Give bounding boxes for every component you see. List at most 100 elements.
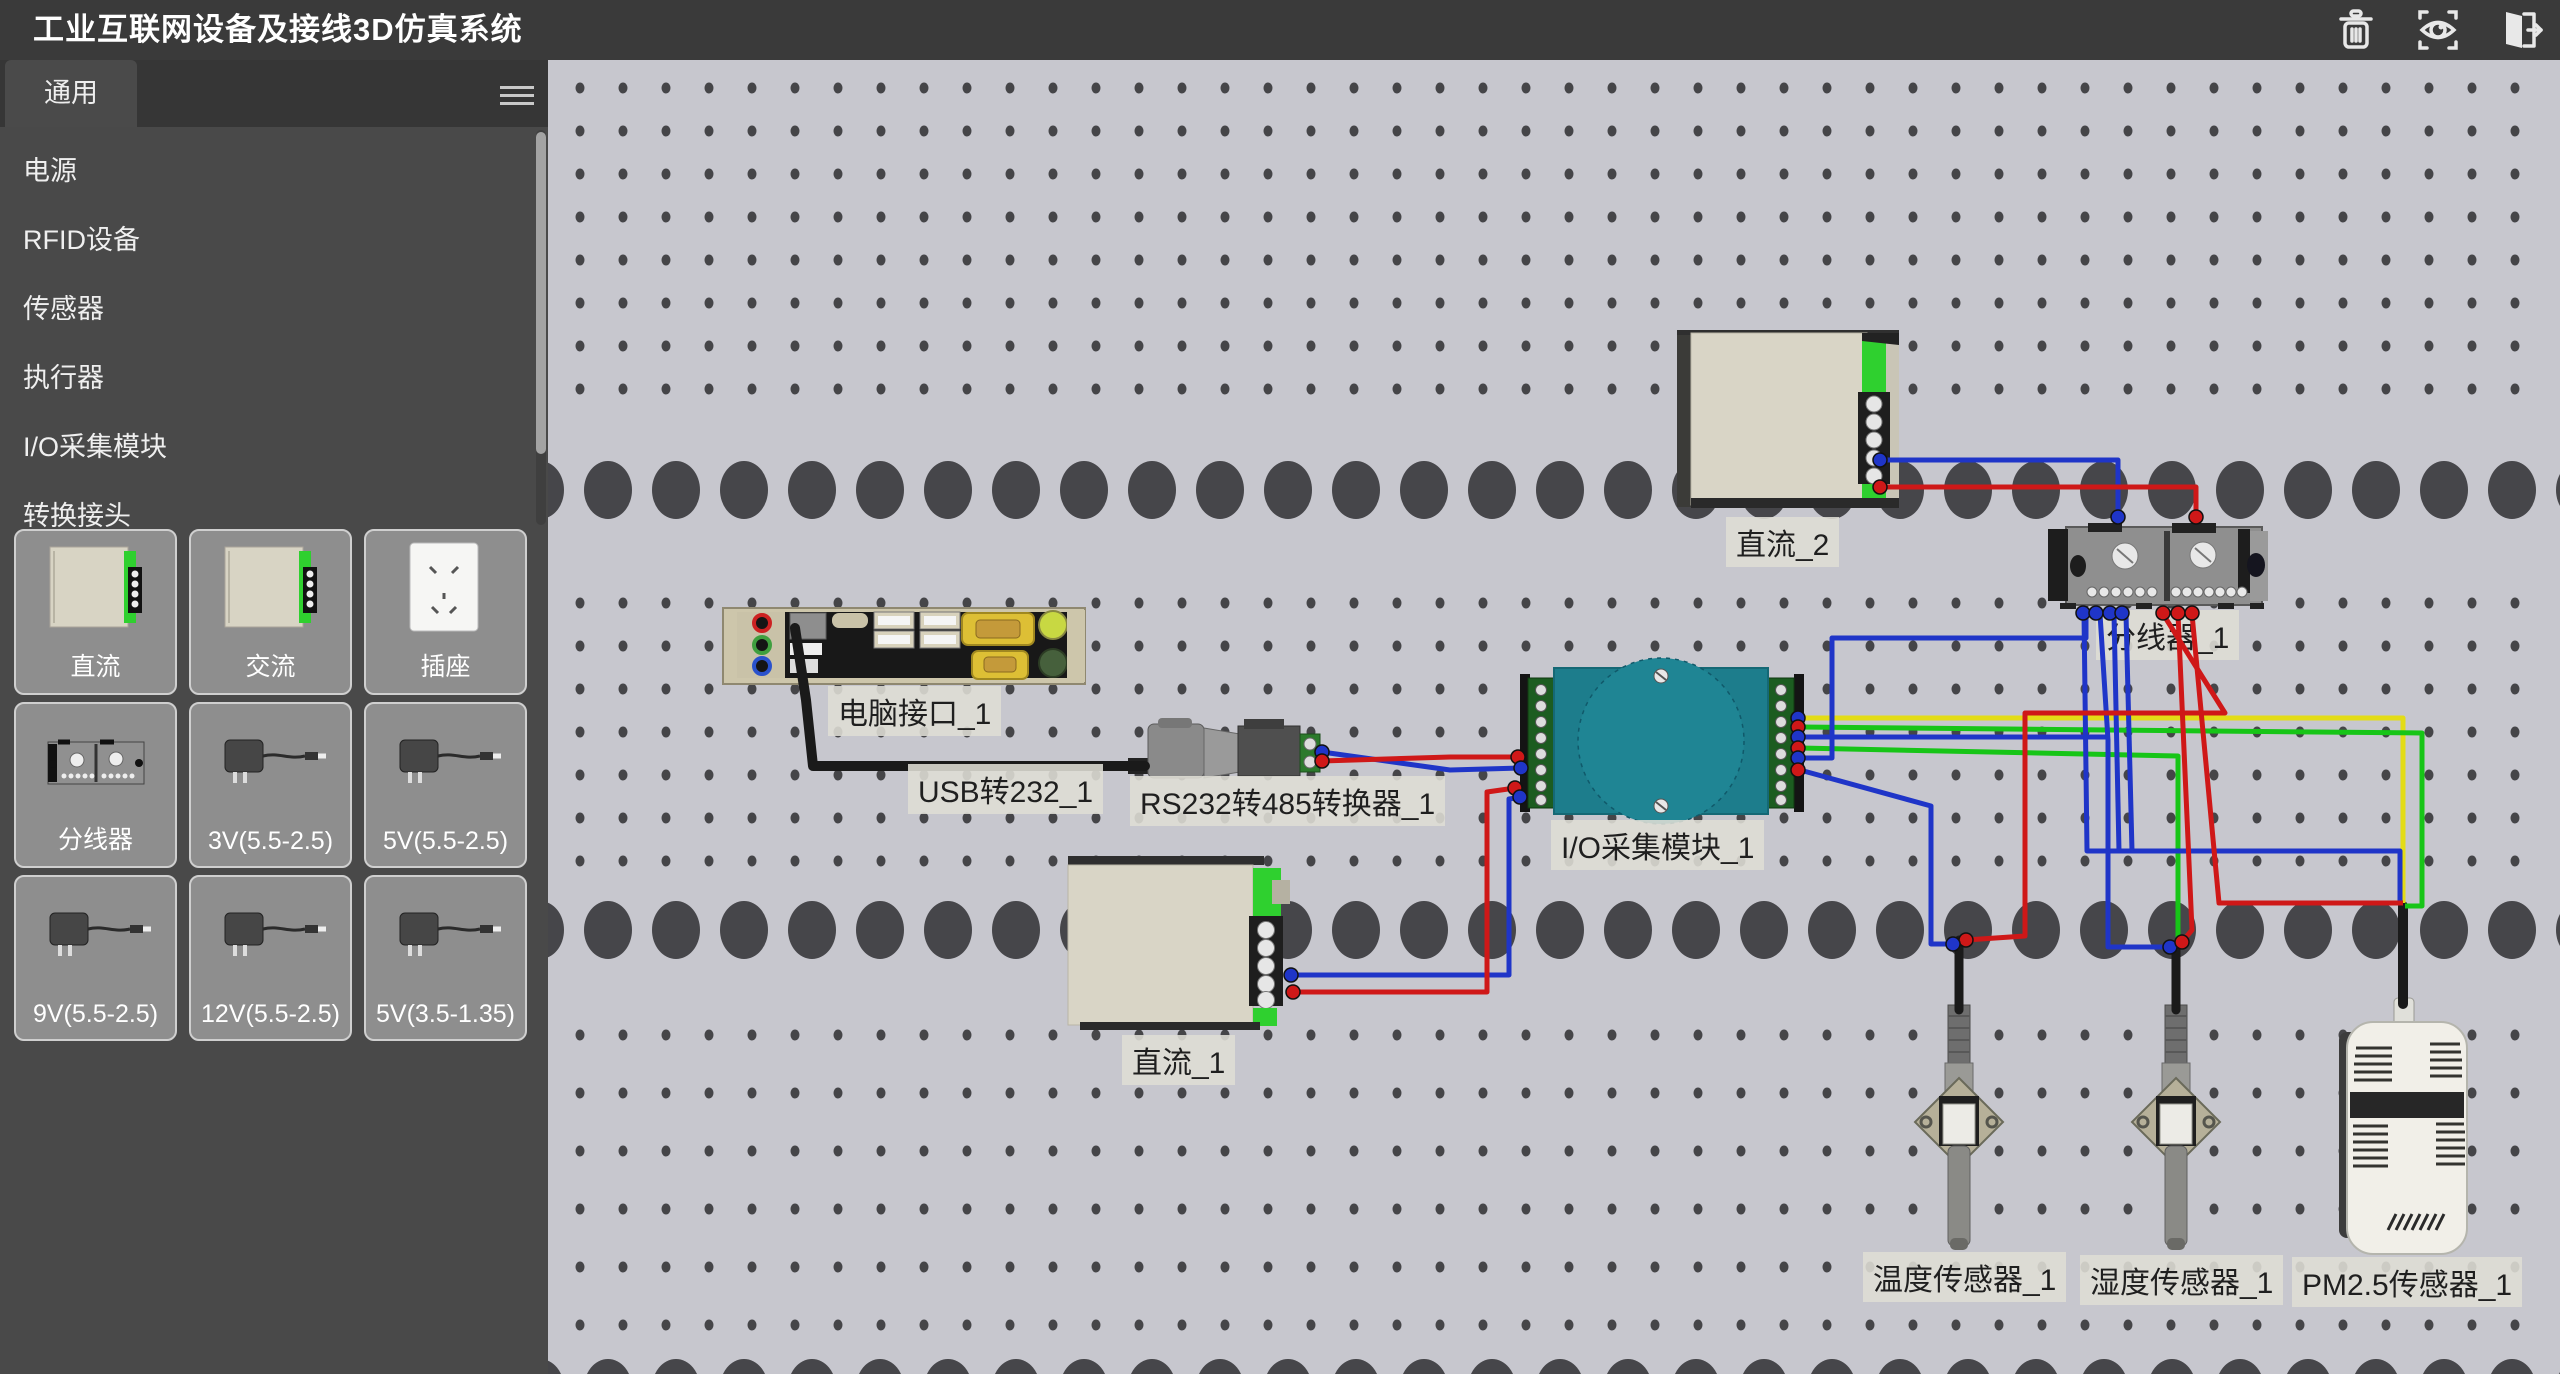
peg-hole: [1694, 1146, 1703, 1157]
device-io-module[interactable]: [1520, 658, 1804, 824]
device-humidity-sensor[interactable]: [2132, 1005, 2220, 1250]
menu-item-rfid[interactable]: RFID设备: [0, 206, 548, 275]
peg-hole: [1350, 169, 1359, 180]
menu-item-power[interactable]: 电源: [0, 137, 548, 206]
peg-hole: [2296, 1204, 2305, 1215]
peg-hole: [1694, 83, 1703, 94]
peg-hole: [1092, 1146, 1101, 1157]
peg-hole: [1479, 1204, 1488, 1215]
peg-hole: [2382, 83, 2391, 94]
peg-hole-large: [1604, 1359, 1652, 1374]
peg-hole: [2081, 1030, 2090, 1041]
peg-hole: [2038, 813, 2047, 824]
label-io-module: I/O采集模块_1: [1551, 820, 1764, 870]
peg-hole: [2081, 684, 2090, 695]
scrollbar-thumb[interactable]: [536, 132, 546, 454]
device-computer-interface[interactable]: [723, 608, 1085, 684]
peg-hole: [2038, 126, 2047, 137]
delete-button[interactable]: [2328, 4, 2384, 56]
peg-hole: [2296, 1146, 2305, 1157]
component-tile-dc-1[interactable]: 交流: [189, 529, 352, 695]
peg-hole: [2425, 684, 2434, 695]
peg-hole: [2382, 341, 2391, 352]
peg-hole: [1565, 1088, 1574, 1099]
peg-hole: [662, 770, 671, 781]
peg-hole: [2253, 298, 2262, 309]
peg-hole: [619, 169, 628, 180]
peg-hole: [1823, 770, 1832, 781]
peg-hole: [662, 856, 671, 867]
menu-icon[interactable]: [500, 86, 534, 106]
view-button[interactable]: [2410, 4, 2466, 56]
menu-item-io-module[interactable]: I/O采集模块: [0, 413, 548, 482]
device-temperature-sensor[interactable]: [1915, 1005, 2003, 1250]
component-tile-adapter-8[interactable]: 5V(3.5-1.35): [364, 875, 527, 1041]
peg-hole: [2038, 169, 2047, 180]
peg-hole: [2296, 641, 2305, 652]
peg-hole: [1178, 384, 1187, 395]
component-tile-adapter-5[interactable]: 5V(5.5-2.5): [364, 702, 527, 868]
peg-hole: [1436, 1146, 1445, 1157]
menu-item-actuator[interactable]: 执行器: [0, 344, 548, 413]
peg-hole: [2382, 684, 2391, 695]
peg-hole-large: [2352, 901, 2400, 959]
peg-hole: [1737, 598, 1746, 609]
exit-button[interactable]: [2492, 4, 2548, 56]
peg-hole: [1952, 384, 1961, 395]
peg-hole: [1995, 813, 2004, 824]
peg-hole: [1522, 341, 1531, 352]
peg-hole: [1264, 169, 1273, 180]
peg-hole: [748, 1030, 757, 1041]
menu-item-sensor[interactable]: 传感器: [0, 275, 548, 344]
peg-hole-large: [1332, 461, 1380, 519]
top-bar: 工业互联网设备及接线3D仿真系统: [0, 0, 2560, 60]
peg-hole: [2382, 126, 2391, 137]
device-splitter[interactable]: [2048, 523, 2268, 609]
peg-hole: [1479, 813, 1488, 824]
component-tile-adapter-6[interactable]: 9V(5.5-2.5): [14, 875, 177, 1041]
peg-hole: [1350, 598, 1359, 609]
peg-hole: [2511, 255, 2520, 266]
peg-hole: [1651, 255, 1660, 266]
peg-hole: [1823, 212, 1832, 223]
component-tile-adapter-7[interactable]: 12V(5.5-2.5): [189, 875, 352, 1041]
peg-hole: [834, 298, 843, 309]
peg-hole: [1307, 126, 1316, 137]
device-dc-power-2[interactable]: [1677, 330, 1899, 508]
device-rs232-to-485-converter[interactable]: [1238, 719, 1320, 776]
tile-label: 插座: [366, 647, 525, 683]
peg-hole: [1178, 641, 1187, 652]
component-tile-adapter-4[interactable]: 3V(5.5-2.5): [189, 702, 352, 868]
peg-hole: [576, 1204, 585, 1215]
peg-hole: [576, 341, 585, 352]
component-tile-splitter-3[interactable]: 分线器: [14, 702, 177, 868]
peg-hole: [1565, 212, 1574, 223]
peg-hole: [1221, 126, 1230, 137]
device-dc-power-1[interactable]: [1068, 856, 1290, 1030]
peg-hole: [619, 813, 628, 824]
peg-hole: [1823, 126, 1832, 137]
peg-hole: [2468, 641, 2477, 652]
device-pm25-sensor[interactable]: [2339, 998, 2467, 1254]
peg-hole: [1522, 1262, 1531, 1273]
tab-general[interactable]: 通用: [5, 60, 137, 127]
peg-hole: [1909, 1204, 1918, 1215]
peg-hole: [1694, 1030, 1703, 1041]
peg-hole: [2038, 1204, 2047, 1215]
peg-hole: [2511, 770, 2520, 781]
component-tile-dc-0[interactable]: 直流: [14, 529, 177, 695]
peg-hole: [2511, 341, 2520, 352]
component-tile-socket-2[interactable]: 插座: [364, 529, 527, 695]
peg-hole: [1436, 1262, 1445, 1273]
peg-hole: [1608, 384, 1617, 395]
peg-hole: [1737, 641, 1746, 652]
peg-hole: [1135, 1088, 1144, 1099]
peg-hole: [877, 298, 886, 309]
peg-hole: [791, 1204, 800, 1215]
peg-hole: [2253, 1088, 2262, 1099]
peg-hole: [1995, 126, 2004, 137]
peg-hole: [1608, 298, 1617, 309]
peg-hole: [1264, 1262, 1273, 1273]
peg-hole: [1694, 1320, 1703, 1331]
peg-hole-large: [924, 461, 972, 519]
